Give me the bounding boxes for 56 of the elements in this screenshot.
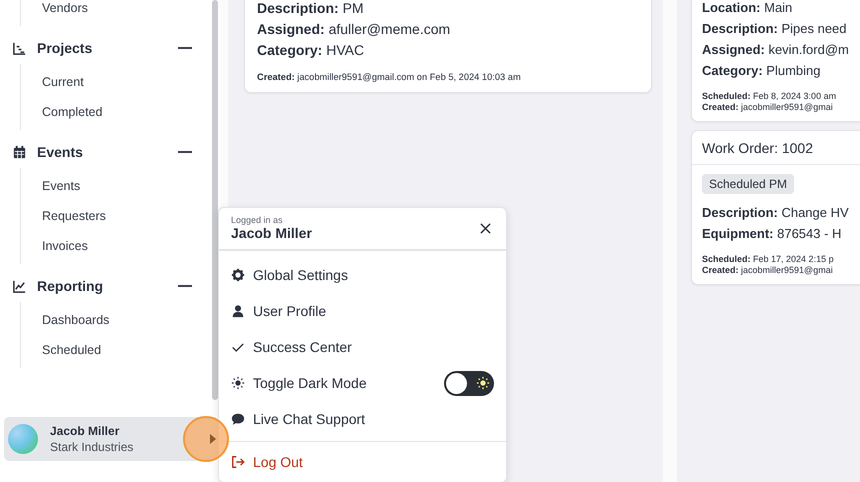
menu-item[interactable]: Toggle Dark Mode: [231, 365, 367, 401]
group-title: Reporting: [37, 278, 104, 294]
logout-icon: [231, 455, 245, 469]
card-title: Work Order: 1002: [692, 131, 860, 165]
group-title: Events: [37, 144, 84, 160]
user-icon: [231, 304, 245, 318]
sidebar-item[interactable]: Scheduled: [42, 342, 210, 358]
sun-icon: [476, 376, 490, 390]
toggle-switch[interactable]: [444, 370, 494, 396]
calendar-icon: [12, 144, 27, 160]
group-header[interactable]: Projects: [12, 36, 210, 60]
line-chart-icon: [12, 278, 27, 294]
caption-text: Logged in as: [231, 215, 284, 225]
group-header[interactable]: Reporting: [12, 274, 210, 298]
gear-icon: [231, 268, 245, 282]
sidebar-item[interactable]: Requesters: [42, 208, 210, 224]
status-tag: Scheduled PM: [702, 174, 794, 194]
close-icon: [480, 223, 491, 234]
field-text: Location: Main: [702, 0, 794, 16]
sidebar-item[interactable]: Completed: [42, 104, 210, 120]
field-text: Category: Plumbing: [702, 63, 822, 79]
sidebar-item[interactable]: Dashboards: [42, 312, 210, 328]
avatar: [8, 424, 38, 454]
menu-item[interactable]: Global Settings: [231, 257, 352, 293]
meta-text: Created: jacobmiller9591@gmai: [702, 265, 834, 276]
work-order-card[interactable]: Location: Main Description: Pipes need Assigned: kevin.ford@m Category: Plumbing Scheduled: Feb 8, 2024 3:00 am Created: jacobmiller9591@gmai: [691, 0, 860, 122]
work-order-card[interactable]: Work Order: 1002 Scheduled PM Description: Change HV Equipment: 876543 - H Scheduled: Feb 17, 2024 2:15 p Created: jacobmiller9591@gmai: [691, 130, 860, 285]
speech-bubble-icon: [231, 412, 245, 426]
meta-text: Created: jacobmiller9591@gmail.com on Feb 5, 2024 10:03 am: [257, 72, 522, 83]
field-text: Equipment: 876543 - H: [702, 226, 842, 242]
menu-item[interactable]: Live Chat Support: [231, 401, 370, 437]
user-name: Jacob Miller: [50, 423, 120, 439]
meta-text: Created: jacobmiller9591@gmai: [702, 102, 834, 113]
menu-item[interactable]: Success Center: [231, 329, 356, 365]
group-title: Projects: [37, 40, 94, 56]
meta-text: Scheduled: Feb 17, 2024 2:15 p: [702, 254, 835, 265]
sidebar-item[interactable]: Vendors: [42, 0, 210, 16]
sidebar-item[interactable]: Invoices: [42, 238, 210, 254]
field-text: Description: PM: [257, 0, 365, 16]
work-order-card[interactable]: Description: PM Assigned: afuller@meme.com Category: HVAC Created: jacobmiller9591@gmail.com on Feb 5, 2024 10:03 am: [244, 0, 652, 93]
scrollbar[interactable]: [212, 0, 218, 400]
field-text: Description: Change HV: [702, 205, 850, 221]
field-text: Assigned: afuller@meme.com: [257, 21, 452, 37]
bar-chart-icon: [12, 40, 27, 56]
field-text: Assigned: kevin.ford@m: [702, 42, 850, 58]
field-text: Description: Pipes need: [702, 21, 848, 37]
menu-item[interactable]: Log Out: [231, 444, 307, 480]
sidebar-item[interactable]: Current: [42, 74, 210, 90]
meta-text: Scheduled: Feb 8, 2024 3:00 am: [702, 91, 838, 102]
company-name: Stark Industries: [50, 439, 134, 455]
sun-icon: [231, 376, 245, 390]
field-text: Category: HVAC: [257, 42, 366, 58]
user-name: Jacob Miller: [231, 225, 313, 242]
group-header[interactable]: Events: [12, 140, 210, 164]
sidebar-item[interactable]: Events: [42, 178, 210, 194]
menu-item[interactable]: User Profile: [231, 293, 330, 329]
